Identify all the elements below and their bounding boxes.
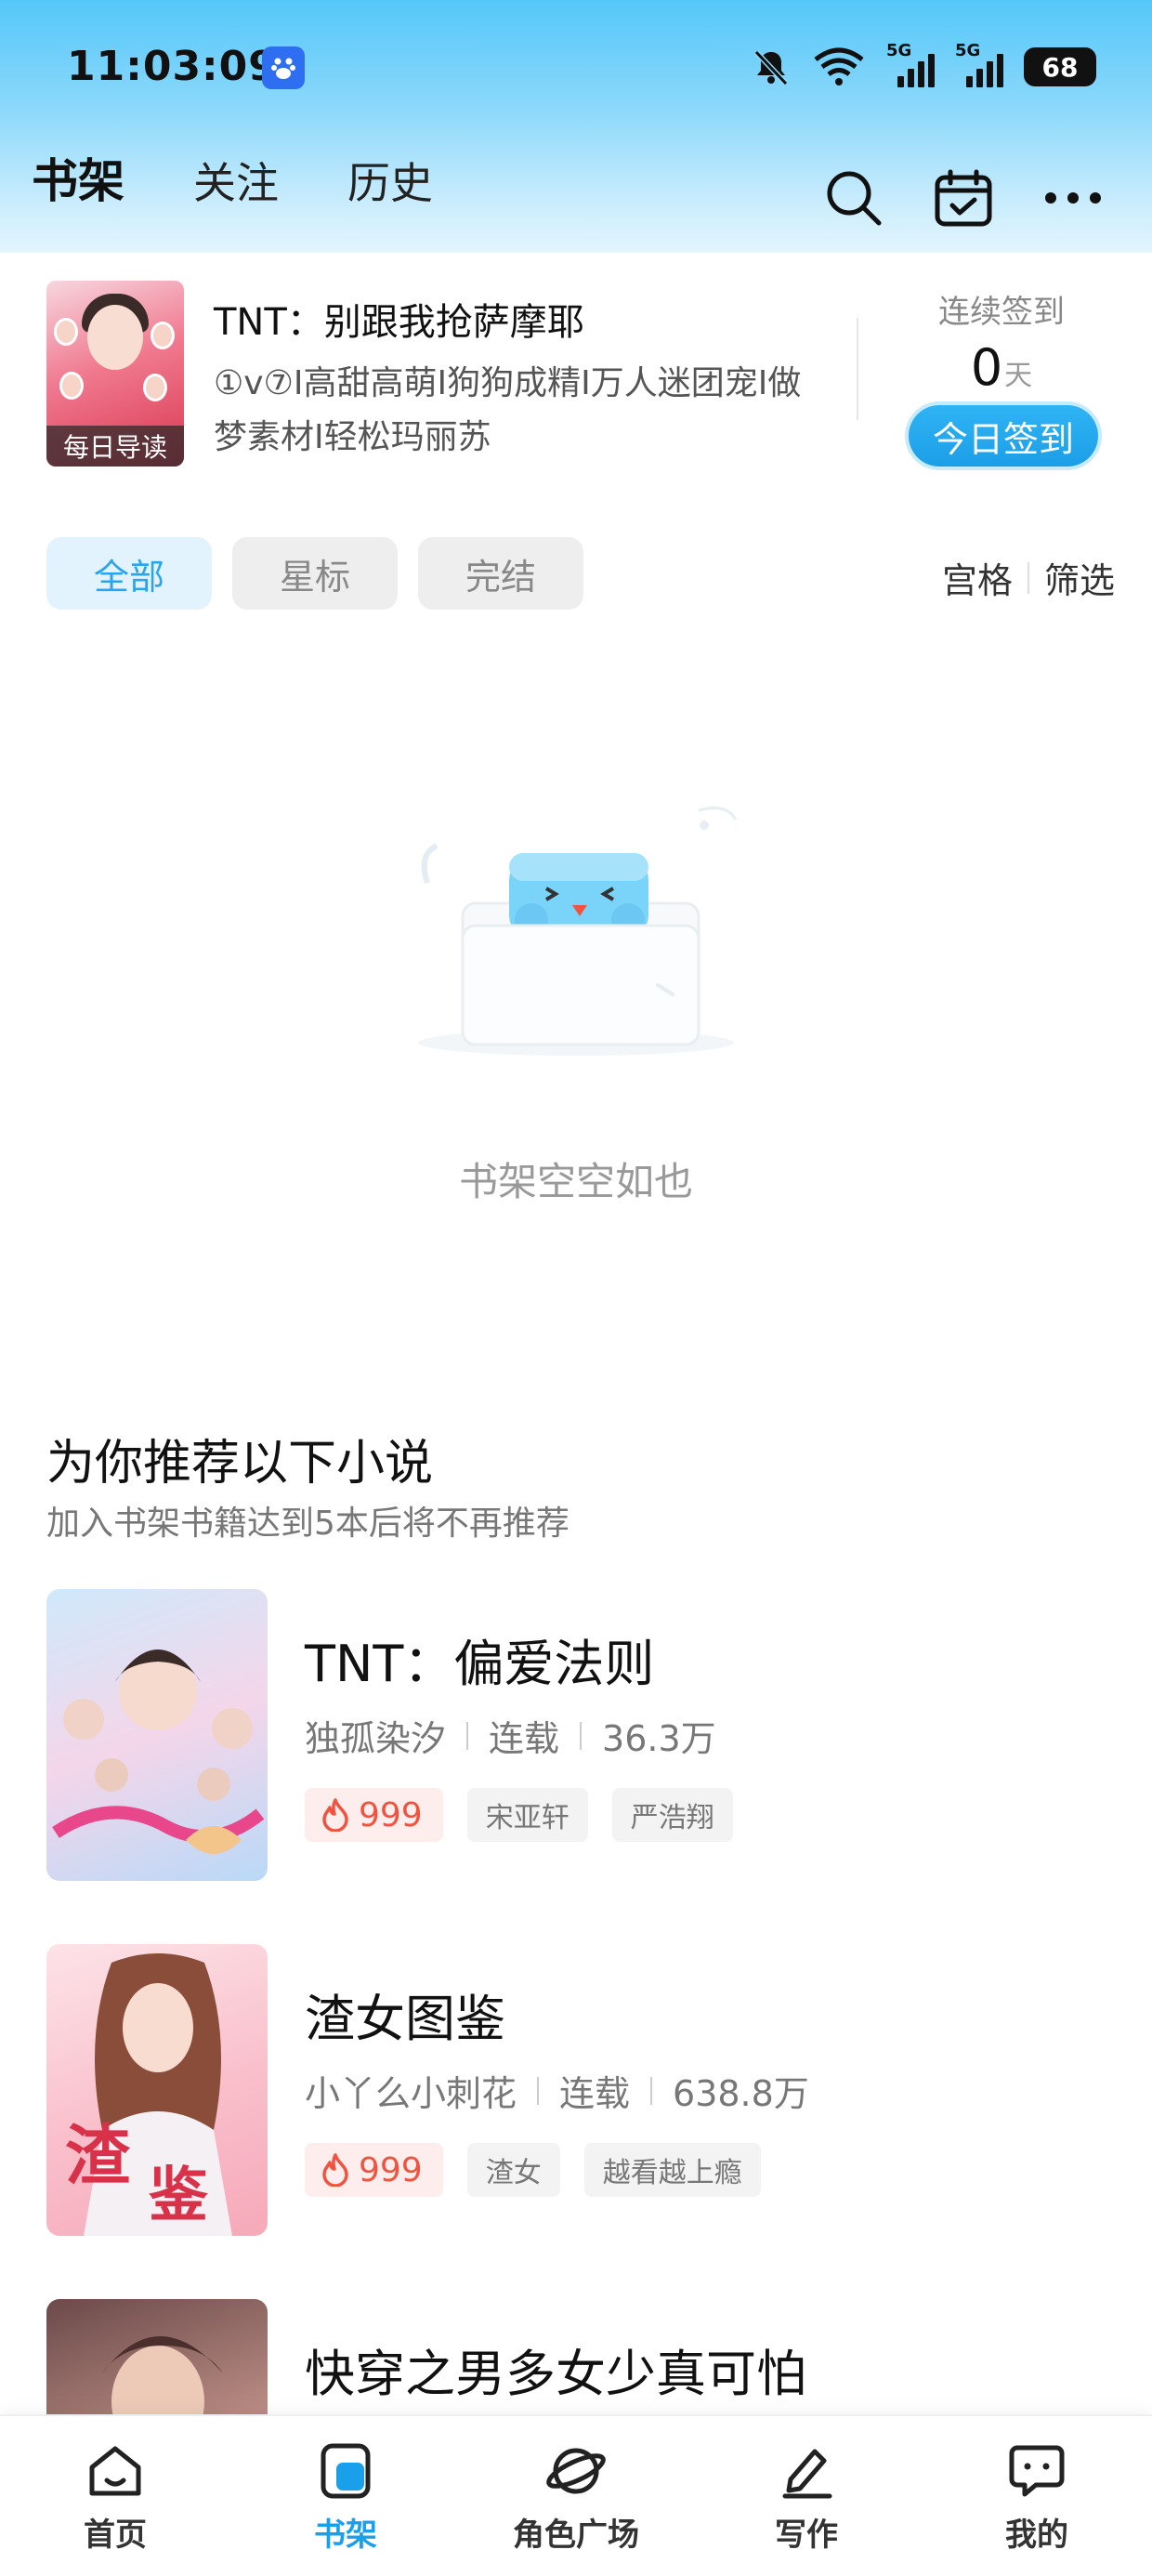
recommend-subheading: 加入书架书籍达到5本后将不再推荐: [46, 1505, 569, 1543]
view-options: 宫格 筛选: [942, 552, 1115, 603]
empty-state-text: 书架空空如也: [458, 1159, 693, 1204]
flame-icon: [322, 2153, 348, 2187]
bottom-nav: 首页 书架 角色广场 写作 我的: [0, 2414, 1152, 2576]
filter-chips: 全部 星标 完结: [46, 537, 583, 610]
book-tags: 999 宋亚轩 严浩翔: [305, 1788, 733, 1842]
tab-following[interactable]: 关注: [193, 162, 279, 204]
svg-text:渣: 渣: [65, 2117, 131, 2194]
status-icons: 5G 5G 68: [751, 41, 1096, 91]
nav-home[interactable]: 首页: [22, 2416, 208, 2576]
nav-bookshelf-label: 书架: [314, 2517, 377, 2554]
book-meta: 独孤染汐 连载 36.3万: [305, 1710, 716, 1761]
book-tags: 999 渣女 越看越上瘾: [305, 2143, 761, 2197]
wifi-icon: [814, 47, 864, 85]
sign-in-button[interactable]: 今日签到: [909, 405, 1098, 467]
empty-bookshelf-illustration: [409, 799, 743, 1078]
nav-bookshelf[interactable]: 书架: [253, 2416, 439, 2576]
sign-streak-label: 连续签到: [938, 294, 1065, 331]
daily-read-cover[interactable]: 每日导读: [46, 281, 184, 467]
book-author: 独孤染汐: [305, 1718, 447, 1759]
chip-starred[interactable]: 星标: [232, 537, 398, 610]
book-item[interactable]: TNT：偏爱法则 独孤染汐 连载 36.3万 999 宋亚轩 严浩翔: [46, 1589, 1106, 1881]
tab-history[interactable]: 历史: [347, 162, 433, 204]
flame-icon: [322, 1798, 348, 1832]
filter-button[interactable]: 筛选: [1044, 552, 1115, 603]
signal-5g-icon-1: 5G: [886, 41, 935, 89]
tab-bookshelf[interactable]: 书架: [32, 158, 124, 204]
planet-icon: [545, 2440, 607, 2502]
nav-character-square-label: 角色广场: [513, 2517, 639, 2554]
calendar-check-icon[interactable]: [931, 165, 996, 230]
pen-icon: [776, 2440, 837, 2502]
book-tag[interactable]: 严浩翔: [611, 1788, 733, 1842]
book-cover[interactable]: [46, 1589, 268, 1881]
hot-value: 999: [359, 2150, 423, 2189]
recommend-heading: 为你推荐以下小说: [46, 1436, 434, 1492]
baidu-app-icon: [262, 46, 305, 89]
daily-read-description: ①v⑦I高甜高萌I狗狗成精I万人迷团宠I做梦素材I轻松玛丽苏: [214, 364, 802, 456]
nav-home-label: 首页: [84, 2517, 147, 2554]
book-tag[interactable]: 宋亚轩: [466, 1788, 588, 1842]
status-bar: 11:03:09 5G 5G 68: [0, 0, 1152, 139]
sign-streak-count: 0天: [892, 338, 1111, 397]
book-title[interactable]: 快穿之男多女少真可怕: [305, 2333, 806, 2406]
book-tag[interactable]: 越看越上瘾: [583, 2143, 761, 2197]
sign-count: 0: [970, 338, 1003, 397]
app-screen: 11:03:09 5G 5G 68 书架 关注 历史 每日导读 TNT：别跟我抢…: [0, 0, 1152, 2576]
book-author: 小丫么小刺花: [305, 2073, 517, 2114]
nav-mine-label: 我的: [1005, 2517, 1068, 2554]
header-actions: [821, 165, 1106, 230]
daily-read-label: 每日导读: [46, 426, 184, 467]
battery-icon: 68: [1024, 47, 1096, 86]
hot-badge: 999: [305, 2143, 443, 2197]
nav-write[interactable]: 写作: [713, 2416, 899, 2576]
top-tabs: 书架 关注 历史: [32, 158, 433, 204]
book-tag[interactable]: 渣女: [466, 2143, 560, 2197]
more-icon[interactable]: [1041, 165, 1106, 230]
sign-unit: 天: [1004, 360, 1033, 392]
grid-view-button[interactable]: 宫格: [942, 552, 1013, 603]
nav-mine[interactable]: 我的: [944, 2416, 1130, 2576]
bookshelf-icon: [315, 2440, 376, 2502]
book-title[interactable]: TNT：偏爱法则: [305, 1623, 654, 1696]
chip-finished[interactable]: 完结: [418, 537, 583, 610]
hot-value: 999: [359, 1795, 423, 1834]
status-time: 11:03:09: [67, 43, 278, 90]
chip-all[interactable]: 全部: [46, 537, 212, 610]
home-icon: [85, 2440, 146, 2502]
svg-text:鉴: 鉴: [149, 2161, 209, 2230]
bell-muted-icon: [753, 49, 789, 86]
daily-read-card: 每日导读 TNT：别跟我抢萨摩耶 ①v⑦I高甜高萌I狗狗成精I万人迷团宠I做梦素…: [0, 253, 1152, 491]
divider: [857, 318, 858, 420]
book-status: 连载: [489, 1718, 560, 1759]
book-title[interactable]: 渣女图鉴: [305, 1978, 505, 2051]
chat-bubble-icon: [1006, 2440, 1067, 2502]
book-word-count: 36.3万: [602, 1718, 716, 1759]
nav-character-square[interactable]: 角色广场: [483, 2416, 669, 2576]
nav-write-label: 写作: [775, 2517, 838, 2554]
book-word-count: 638.8万: [673, 2073, 809, 2114]
search-icon[interactable]: [821, 165, 886, 230]
book-meta: 小丫么小刺花 连载 638.8万: [305, 2065, 809, 2116]
book-item[interactable]: 渣 鉴 渣女图鉴 小丫么小刺花 连载 638.8万 999 渣女 越看越上瘾: [46, 1944, 1106, 2236]
battery-level: 68: [1041, 51, 1079, 83]
hot-badge: 999: [305, 1788, 443, 1842]
book-status: 连载: [559, 2073, 631, 2114]
daily-read-title[interactable]: TNT：别跟我抢萨摩耶: [214, 292, 584, 346]
book-cover[interactable]: 渣 鉴: [46, 1944, 268, 2236]
signal-5g-icon-2: 5G: [955, 41, 1003, 89]
